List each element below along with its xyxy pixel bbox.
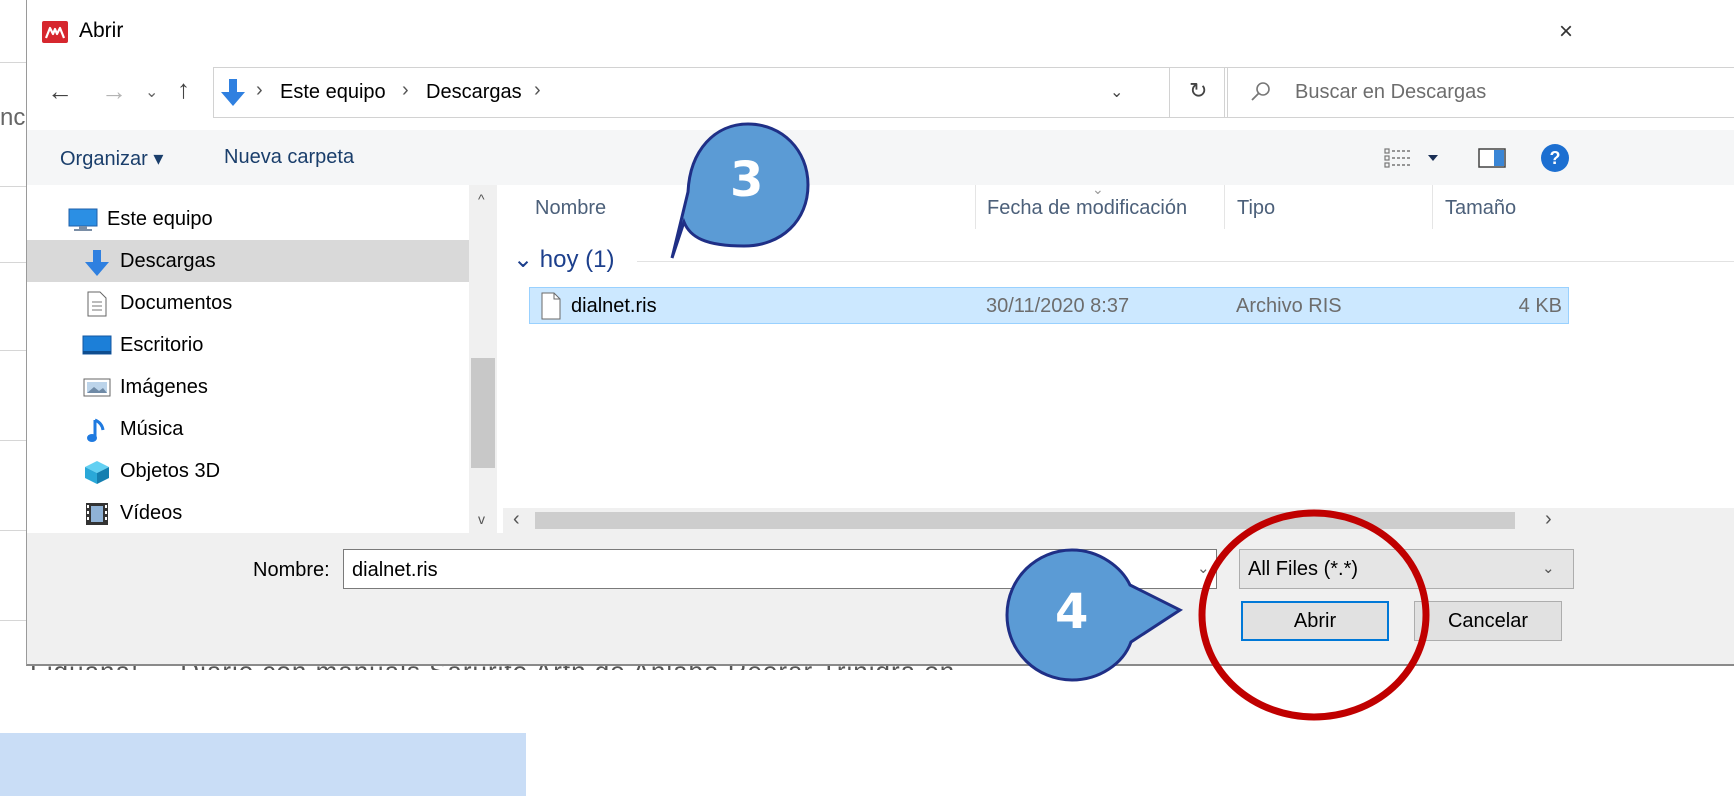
scroll-right-icon[interactable]: ›	[1545, 508, 1552, 531]
scrollbar-thumb[interactable]	[535, 512, 1515, 529]
sidebar-item-descargas[interactable]: Descargas	[27, 240, 469, 282]
sidebar-item-documentos[interactable]: Documentos	[27, 282, 469, 324]
column-divider[interactable]	[1432, 185, 1433, 229]
desktop-icon	[82, 333, 112, 363]
title-bar[interactable]: Abrir ×	[27, 0, 1734, 64]
navigation-pane: Este equipo Descargas Documentos Escrito…	[27, 185, 497, 533]
sidebar-item-musica[interactable]: Música	[27, 408, 469, 450]
background-rule	[0, 440, 28, 441]
sidebar-item-label: Objetos 3D	[120, 460, 221, 482]
music-icon	[85, 417, 109, 451]
column-header-modified[interactable]: Fecha de modificación	[987, 197, 1187, 220]
sidebar-item-label: Documentos	[120, 292, 233, 314]
file-modified: 30/11/2020 8:37	[986, 295, 1130, 317]
videos-icon	[84, 501, 110, 533]
group-divider	[637, 261, 1734, 262]
breadcrumb-descargas[interactable]: Descargas	[426, 81, 522, 104]
sidebar-item-videos[interactable]: Vídeos	[27, 492, 469, 534]
filename-dropdown-icon[interactable]: ⌄	[1197, 559, 1210, 577]
filename-value: dialnet.ris	[352, 559, 438, 581]
scroll-left-icon[interactable]: ‹	[513, 508, 520, 531]
column-header-size[interactable]: Tamaño	[1445, 197, 1516, 220]
dialog-title: Abrir	[79, 19, 124, 42]
open-file-dialog: Abrir × ← → ⌄ ↑ › Este equipo › Descarga…	[26, 0, 1734, 666]
search-input[interactable]: Buscar en Descargas	[1295, 81, 1486, 104]
breadcrumb-separator[interactable]: ›	[534, 79, 541, 102]
background-rule	[0, 620, 28, 621]
file-type-filter-select[interactable]: All Files (*.*) ⌄	[1239, 549, 1574, 589]
sidebar-item-label: Música	[120, 418, 184, 440]
address-bar[interactable]: › Este equipo › Descargas › ⌄ ↻	[213, 67, 1228, 118]
sidebar-item-label: Descargas	[120, 250, 216, 272]
computer-icon	[67, 207, 99, 239]
sidebar-item-este-equipo[interactable]: Este equipo	[27, 198, 469, 240]
file-type-filter-value: All Files (*.*)	[1248, 558, 1359, 580]
search-box[interactable]: Buscar en Descargas	[1224, 67, 1734, 118]
new-folder-button[interactable]: Nueva carpeta	[224, 146, 354, 169]
file-row[interactable]: dialnet.ris 30/11/2020 8:37 Archivo RIS …	[529, 287, 1569, 324]
refresh-icon[interactable]: ↻	[1189, 78, 1207, 104]
sidebar-item-label: Escritorio	[120, 334, 204, 356]
column-divider[interactable]	[1224, 185, 1225, 229]
file-size: 4 KB	[1518, 295, 1562, 317]
preview-pane-icon[interactable]	[1477, 146, 1507, 176]
breadcrumb-separator: ›	[402, 79, 409, 101]
3d-objects-icon	[83, 459, 111, 491]
pictures-icon	[82, 375, 112, 405]
breadcrumb-separator: ›	[256, 79, 263, 101]
download-arrow-icon	[218, 77, 248, 115]
file-list: Nombre ⌄ Fecha de modificación Tipo Tama…	[497, 181, 1734, 533]
sidebar-item-label: Este equipo	[107, 208, 213, 230]
cancel-button[interactable]: Cancelar	[1414, 601, 1562, 641]
search-icon	[1249, 80, 1273, 110]
filename-label: Nombre:	[253, 559, 330, 581]
sidebar-item-objetos-3d[interactable]: Objetos 3D	[27, 450, 469, 492]
scroll-up-icon[interactable]: ^	[478, 191, 485, 207]
breadcrumb-este-equipo[interactable]: Este equipo	[280, 81, 386, 104]
open-button[interactable]: Abrir	[1241, 601, 1389, 641]
background-rule	[0, 62, 28, 63]
background-text-fragment: nc	[0, 104, 26, 131]
sidebar-item-imagenes[interactable]: Imágenes	[27, 366, 469, 408]
sort-indicator-icon: ⌄	[1092, 181, 1104, 197]
back-arrow-icon[interactable]: ←	[47, 76, 73, 107]
sidebar-item-escritorio[interactable]: Escritorio	[27, 324, 469, 366]
column-header-type[interactable]: Tipo	[1237, 197, 1275, 220]
command-toolbar: Organizar ▾ Nueva carpeta ?	[27, 130, 1734, 185]
forward-arrow-icon[interactable]: →	[101, 76, 127, 107]
up-arrow-icon[interactable]: ↑	[177, 74, 190, 105]
close-icon[interactable]: ×	[1559, 18, 1573, 46]
group-header-today[interactable]: ⌄ hoy (1)	[513, 245, 614, 274]
recent-locations-chevron-icon[interactable]: ⌄	[145, 82, 158, 102]
file-name: dialnet.ris	[571, 295, 657, 317]
app-logo-icon	[42, 21, 68, 43]
background-highlight	[0, 733, 526, 796]
document-icon	[85, 291, 109, 323]
chevron-down-icon: ⌄	[1542, 560, 1555, 577]
address-divider	[1169, 68, 1170, 117]
column-divider[interactable]	[975, 185, 976, 229]
background-rule	[0, 350, 28, 351]
help-icon[interactable]: ?	[1541, 144, 1569, 172]
horizontal-scrollbar[interactable]: ‹ ›	[503, 508, 1734, 533]
download-icon	[83, 249, 111, 283]
background-rule	[0, 530, 28, 531]
change-view-icon[interactable]	[1382, 144, 1446, 178]
scroll-down-icon[interactable]: v	[478, 511, 485, 527]
column-header-name[interactable]: Nombre	[535, 197, 606, 220]
scrollbar-thumb[interactable]	[471, 358, 495, 468]
footer-panel: Nombre: dialnet.ris ⌄ All Files (*.*) ⌄ …	[27, 533, 1734, 664]
sidebar-item-label: Imágenes	[120, 376, 208, 398]
address-dropdown-icon[interactable]: ⌄	[1110, 82, 1123, 102]
file-icon	[540, 292, 562, 326]
organize-button[interactable]: Organizar ▾	[60, 146, 163, 171]
file-type: Archivo RIS	[1236, 295, 1342, 317]
filename-input[interactable]: dialnet.ris ⌄	[343, 549, 1217, 589]
sidebar-item-label: Vídeos	[120, 502, 183, 524]
navigation-scrollbar[interactable]: ^ v	[469, 185, 497, 533]
background-rule	[0, 186, 28, 187]
background-rule	[0, 262, 28, 263]
